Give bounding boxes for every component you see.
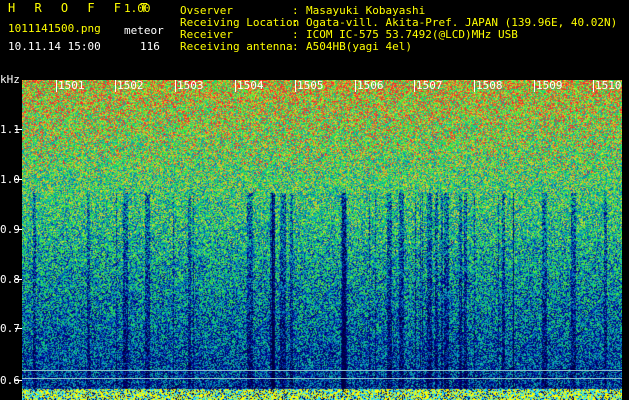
y-unit-label: kHz	[0, 73, 20, 86]
version-label: 1.00	[124, 2, 151, 15]
reference-line	[22, 370, 622, 371]
x-tick-label: 1501	[58, 79, 85, 92]
reference-line	[22, 378, 622, 379]
y-tick	[15, 179, 22, 180]
x-tick-label: 1503	[177, 79, 204, 92]
x-tick-label: 1506	[357, 79, 384, 92]
x-tick-label: 1505	[297, 79, 324, 92]
x-tick-label: 1508	[476, 79, 503, 92]
x-tick-label: 1510	[595, 79, 622, 92]
antenna-sep: :	[292, 40, 299, 53]
x-tick-label: 1504	[237, 79, 264, 92]
antenna-label: Receiving antenna	[180, 40, 293, 53]
datetime-label: 10.11.14 15:00	[8, 40, 101, 53]
spectrogram-panel	[22, 80, 622, 400]
antenna-value: A504HB(yagi 4el)	[306, 40, 412, 53]
spectrogram-canvas	[22, 80, 622, 400]
y-tick	[15, 328, 22, 329]
y-tick	[15, 229, 22, 230]
x-tick-label: 1502	[117, 79, 144, 92]
x-tick-label: 1507	[416, 79, 443, 92]
filename-label: 1011141500.png	[8, 22, 101, 35]
count-value: 116	[140, 40, 160, 53]
count-label: meteor	[124, 24, 164, 37]
y-tick	[15, 279, 22, 280]
y-tick	[15, 380, 22, 381]
x-tick-label: 1509	[536, 79, 563, 92]
y-tick	[15, 129, 22, 130]
